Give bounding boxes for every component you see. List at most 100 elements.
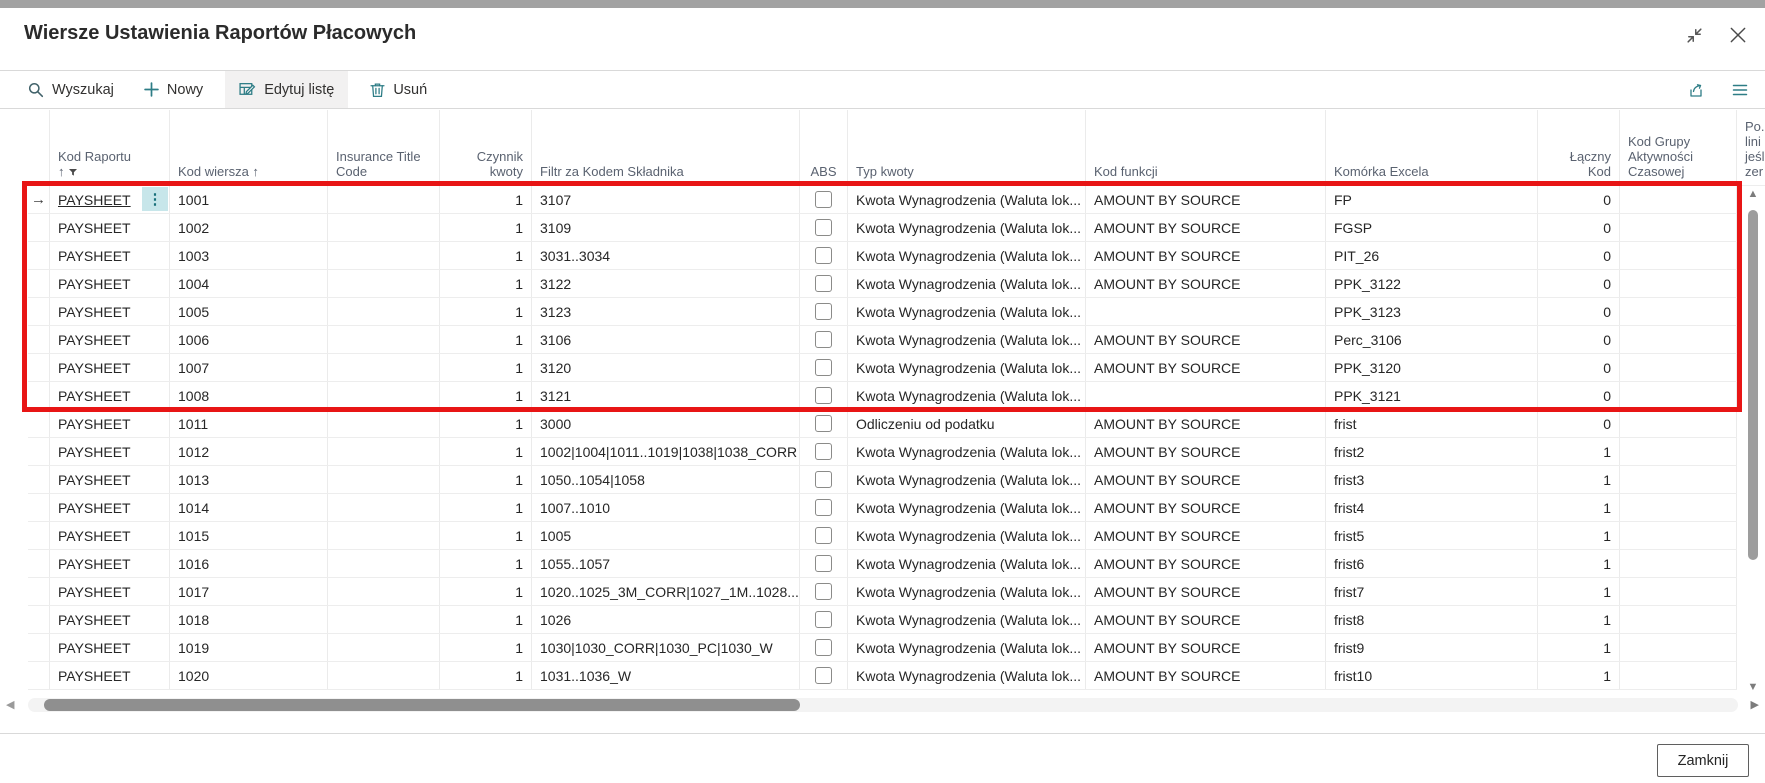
cell-time_group[interactable] [1620, 494, 1737, 521]
cell-insurance[interactable] [328, 550, 440, 577]
cell-line_code[interactable]: 1020 [170, 662, 328, 689]
delete-action[interactable]: Usuń [368, 71, 429, 108]
abs-checkbox[interactable] [815, 275, 832, 292]
cell-filter[interactable]: 1007..1010 [532, 494, 800, 521]
cell-filter[interactable]: 1030|1030_CORR|1030_PC|1030_W [532, 634, 800, 661]
cell-insurance[interactable] [328, 354, 440, 381]
cell-filter[interactable]: 3120 [532, 354, 800, 381]
cell-amount_type[interactable]: Kwota Wynagrodzenia (Waluta lok... [848, 578, 1086, 605]
cell-function_code[interactable] [1086, 298, 1326, 325]
cell-amount_type[interactable]: Kwota Wynagrodzenia (Waluta lok... [848, 662, 1086, 689]
cell-line_code[interactable]: 1013 [170, 466, 328, 493]
cell-insurance[interactable] [328, 634, 440, 661]
cell-report_code[interactable]: PAYSHEET [50, 466, 170, 493]
cell-amount_type[interactable]: Kwota Wynagrodzenia (Waluta lok... [848, 466, 1086, 493]
cell-filter[interactable]: 3122 [532, 270, 800, 297]
abs-checkbox[interactable] [815, 471, 832, 488]
cell-insurance[interactable] [328, 578, 440, 605]
cell-amount_type[interactable]: Kwota Wynagrodzenia (Waluta lok... [848, 382, 1086, 409]
cell-filter[interactable]: 3123 [532, 298, 800, 325]
table-row[interactable]: PAYSHEET101711020..1025_3M_CORR|1027_1M.… [28, 578, 1737, 606]
cell-insurance[interactable] [328, 298, 440, 325]
cell-insurance[interactable] [328, 494, 440, 521]
cell-line_code[interactable]: 1017 [170, 578, 328, 605]
cell-line_code[interactable]: 1008 [170, 382, 328, 409]
cell-report_code[interactable]: PAYSHEET [50, 438, 170, 465]
cell-total_code[interactable]: 1 [1538, 494, 1620, 521]
cell-excel_cell[interactable]: frist4 [1326, 494, 1538, 521]
close-dialog-button[interactable]: Zamknij [1657, 744, 1749, 777]
cell-abs[interactable] [800, 550, 848, 577]
cell-line_code[interactable]: 1005 [170, 298, 328, 325]
cell-total_code[interactable]: 0 [1538, 186, 1620, 213]
cell-insurance[interactable] [328, 606, 440, 633]
column-header-function_code[interactable]: Kod funkcji [1086, 110, 1326, 185]
cell-excel_cell[interactable]: frist10 [1326, 662, 1538, 689]
cell-line_code[interactable]: 1019 [170, 634, 328, 661]
cell-insurance[interactable] [328, 438, 440, 465]
cell-filter[interactable]: 3031..3034 [532, 242, 800, 269]
cell-filter[interactable]: 1055..1057 [532, 550, 800, 577]
table-row[interactable]: PAYSHEET101511005Kwota Wynagrodzenia (Wa… [28, 522, 1737, 550]
cell-function_code[interactable]: AMOUNT BY SOURCE [1086, 466, 1326, 493]
abs-checkbox[interactable] [815, 667, 832, 684]
cell-total_code[interactable]: 0 [1538, 354, 1620, 381]
column-header-excel_cell[interactable]: Komórka Excela [1326, 110, 1538, 185]
cell-amount_type[interactable]: Kwota Wynagrodzenia (Waluta lok... [848, 326, 1086, 353]
cell-function_code[interactable]: AMOUNT BY SOURCE [1086, 438, 1326, 465]
cell-factor[interactable]: 1 [440, 242, 532, 269]
cell-time_group[interactable] [1620, 410, 1737, 437]
cell-amount_type[interactable]: Kwota Wynagrodzenia (Waluta lok... [848, 550, 1086, 577]
abs-checkbox[interactable] [815, 359, 832, 376]
cell-function_code[interactable]: AMOUNT BY SOURCE [1086, 522, 1326, 549]
cell-factor[interactable]: 1 [440, 662, 532, 689]
cell-function_code[interactable]: AMOUNT BY SOURCE [1086, 410, 1326, 437]
cell-excel_cell[interactable]: frist [1326, 410, 1538, 437]
cell-function_code[interactable] [1086, 382, 1326, 409]
table-row[interactable]: →PAYSHEET⋮100113107Kwota Wynagrodzenia (… [28, 186, 1737, 214]
cell-abs[interactable] [800, 326, 848, 353]
table-row[interactable]: PAYSHEET101113000Odliczeniu od podatkuAM… [28, 410, 1737, 438]
cell-excel_cell[interactable]: frist9 [1326, 634, 1538, 661]
cell-total_code[interactable]: 0 [1538, 270, 1620, 297]
cell-abs[interactable] [800, 382, 848, 409]
abs-checkbox[interactable] [815, 499, 832, 516]
cell-report_code[interactable]: PAYSHEET [50, 326, 170, 353]
cell-excel_cell[interactable]: frist6 [1326, 550, 1538, 577]
cell-abs[interactable] [800, 606, 848, 633]
cell-time_group[interactable] [1620, 634, 1737, 661]
cell-report_code[interactable]: PAYSHEET⋮ [50, 186, 170, 213]
abs-checkbox[interactable] [815, 583, 832, 600]
cell-line_code[interactable]: 1018 [170, 606, 328, 633]
cell-amount_type[interactable]: Kwota Wynagrodzenia (Waluta lok... [848, 270, 1086, 297]
cell-amount_type[interactable]: Kwota Wynagrodzenia (Waluta lok... [848, 354, 1086, 381]
column-header-time_group[interactable]: Kod Grupy Aktywności Czasowej [1620, 110, 1737, 185]
cell-time_group[interactable] [1620, 578, 1737, 605]
abs-checkbox[interactable] [815, 331, 832, 348]
cell-function_code[interactable]: AMOUNT BY SOURCE [1086, 634, 1326, 661]
table-row[interactable]: PAYSHEET101911030|1030_CORR|1030_PC|1030… [28, 634, 1737, 662]
cell-excel_cell[interactable]: PPK_3122 [1326, 270, 1538, 297]
cell-factor[interactable]: 1 [440, 634, 532, 661]
search-action[interactable]: Wyszukaj [26, 71, 116, 108]
abs-checkbox[interactable] [815, 219, 832, 236]
cell-abs[interactable] [800, 522, 848, 549]
cell-insurance[interactable] [328, 186, 440, 213]
cell-insurance[interactable] [328, 214, 440, 241]
cell-excel_cell[interactable]: PPK_3120 [1326, 354, 1538, 381]
vertical-scrollbar-thumb[interactable] [1748, 210, 1758, 560]
cell-excel_cell[interactable]: frist3 [1326, 466, 1538, 493]
cell-factor[interactable]: 1 [440, 270, 532, 297]
horizontal-scrollbar-thumb[interactable] [44, 699, 800, 711]
cell-excel_cell[interactable]: frist5 [1326, 522, 1538, 549]
cell-abs[interactable] [800, 298, 848, 325]
cell-excel_cell[interactable]: FP [1326, 186, 1538, 213]
cell-factor[interactable]: 1 [440, 410, 532, 437]
cell-report_code[interactable]: PAYSHEET [50, 522, 170, 549]
cell-time_group[interactable] [1620, 606, 1737, 633]
cell-filter[interactable]: 3107 [532, 186, 800, 213]
abs-checkbox[interactable] [815, 303, 832, 320]
cell-total_code[interactable]: 0 [1538, 242, 1620, 269]
cell-time_group[interactable] [1620, 522, 1737, 549]
cell-function_code[interactable]: AMOUNT BY SOURCE [1086, 550, 1326, 577]
